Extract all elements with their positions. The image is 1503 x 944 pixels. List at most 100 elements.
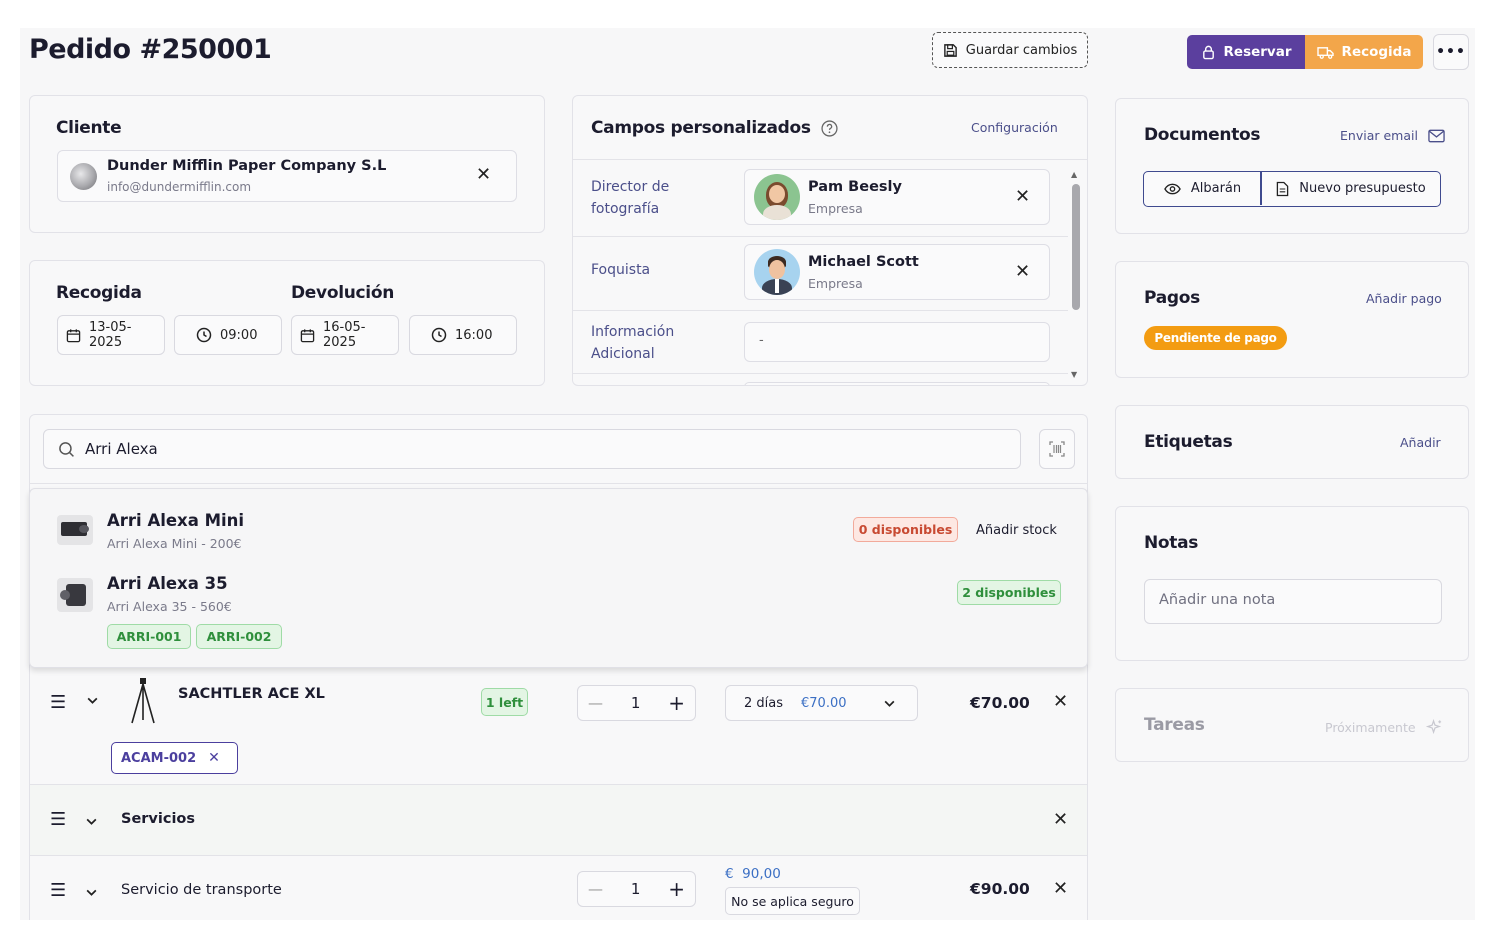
product-search-input[interactable]: Arri Alexa xyxy=(43,429,1021,469)
quantity-value: 1 xyxy=(630,880,641,898)
rental-day-price: €70.00 xyxy=(801,695,847,711)
clock-icon xyxy=(431,327,447,343)
delivery-note-label: Albarán xyxy=(1190,181,1242,196)
return-time-input[interactable]: 16:00 xyxy=(409,315,517,355)
plus-icon[interactable]: + xyxy=(668,691,685,715)
focus-puller-role: Empresa xyxy=(808,276,863,291)
asset-tag[interactable]: ARRI-002 xyxy=(196,624,282,649)
chevron-down-icon[interactable] xyxy=(86,692,99,711)
drag-handle-icon[interactable]: ☰ xyxy=(50,692,66,713)
send-email-label: Enviar email xyxy=(1340,128,1418,143)
availability-badge: 2 disponibles xyxy=(957,580,1061,605)
rental-period-select[interactable]: 2 días €70.00 xyxy=(725,685,918,721)
reserve-button[interactable]: Reservar xyxy=(1187,35,1305,69)
tasks-heading: Tareas xyxy=(1144,715,1205,735)
next-field-input[interactable] xyxy=(744,382,1050,385)
result-name: Arri Alexa Mini xyxy=(107,511,245,530)
sparkle-icon xyxy=(1425,719,1443,736)
remove-group-icon[interactable]: ✕ xyxy=(1053,811,1068,829)
add-payment-link[interactable]: Añadir pago xyxy=(1366,291,1442,306)
services-heading: Servicios xyxy=(121,811,196,827)
payments-card: Pagos Añadir pago Pendiente de pago xyxy=(1115,261,1469,378)
add-label-link[interactable]: Añadir xyxy=(1400,435,1441,450)
customer-avatar xyxy=(70,163,97,190)
pickup-time-input[interactable]: 09:00 xyxy=(174,315,282,355)
scroll-down-icon[interactable]: ▼ xyxy=(1071,370,1077,379)
documents-heading: Documentos xyxy=(1144,125,1261,145)
availability-badge: 0 disponibles xyxy=(853,517,958,542)
drag-handle-icon[interactable]: ☰ xyxy=(50,809,66,830)
add-stock-link[interactable]: Añadir stock xyxy=(976,523,1057,538)
pickup-date-input[interactable]: 13-05-2025 xyxy=(57,315,165,355)
rental-days: 2 días xyxy=(744,695,784,711)
barcode-scan-icon xyxy=(1048,440,1066,458)
field-focus-puller-selector[interactable]: Michael Scott Empresa ✕ xyxy=(744,244,1050,300)
barcode-scan-button[interactable] xyxy=(1039,429,1075,469)
minus-icon[interactable]: — xyxy=(588,694,603,712)
search-result-item[interactable]: Arri Alexa Mini Arri Alexa Mini - 200€ 0… xyxy=(30,489,1087,571)
field-director-selector[interactable]: Pam Beesly Empresa ✕ xyxy=(744,169,1050,225)
search-value: Arri Alexa xyxy=(85,440,158,458)
divider xyxy=(573,310,1068,311)
plus-icon[interactable]: + xyxy=(668,877,685,901)
chevron-down-icon xyxy=(883,697,896,714)
coming-soon-label: Próximamente xyxy=(1325,720,1416,735)
tasks-card: Tareas Próximamente xyxy=(1115,688,1469,762)
field-label-director: Director de fotografía xyxy=(591,179,670,217)
return-date-input[interactable]: 16-05-2025 xyxy=(291,315,399,355)
new-quote-label: Nuevo presupuesto xyxy=(1299,181,1426,196)
asset-tag[interactable]: ARRI-001 xyxy=(107,624,191,649)
chevron-down-icon[interactable] xyxy=(85,813,98,832)
drag-handle-icon[interactable]: ☰ xyxy=(50,880,66,901)
field-label-focus-puller: Foquista xyxy=(591,262,651,278)
quantity-stepper[interactable]: — 1 + xyxy=(577,871,696,907)
person-avatar xyxy=(754,249,800,295)
close-icon[interactable]: ✕ xyxy=(1015,188,1030,206)
quantity-stepper[interactable]: — 1 + xyxy=(577,685,696,721)
minus-icon[interactable]: — xyxy=(588,880,603,898)
delivery-note-button[interactable]: Albarán xyxy=(1144,172,1261,205)
service-line: ☰ Servicio de transporte — 1 + € 90,00 N… xyxy=(30,856,1087,920)
close-icon[interactable]: ✕ xyxy=(1015,263,1030,281)
add-note-input[interactable]: Añadir una nota xyxy=(1144,579,1442,624)
close-icon[interactable]: ✕ xyxy=(476,166,491,184)
product-thumbnail xyxy=(57,515,93,545)
service-price-input[interactable]: € 90,00 xyxy=(725,866,781,882)
remove-line-icon[interactable]: ✕ xyxy=(1053,880,1068,898)
help-icon[interactable] xyxy=(821,119,838,137)
notes-heading: Notas xyxy=(1144,533,1199,553)
labels-card: Etiquetas Añadir xyxy=(1115,405,1469,479)
insurance-select[interactable]: No se aplica seguro xyxy=(725,887,860,915)
customer-selector[interactable]: Dunder Mifflin Paper Company S.L info@du… xyxy=(57,150,517,202)
chevron-down-icon[interactable] xyxy=(85,884,98,903)
director-role: Empresa xyxy=(808,201,863,216)
reserve-label: Reservar xyxy=(1223,44,1292,60)
quantity-value: 1 xyxy=(630,694,641,712)
notes-card: Notas Añadir una nota xyxy=(1115,506,1469,661)
documents-card: Documentos Enviar email Albarán Nuevo pr… xyxy=(1115,98,1469,234)
more-options-button[interactable]: ••• xyxy=(1433,34,1469,70)
order-screen: Pedido #250001 Guardar cambios Reservar … xyxy=(20,28,1475,920)
save-changes-button[interactable]: Guardar cambios xyxy=(932,32,1088,68)
new-quote-button[interactable]: Nuevo presupuesto xyxy=(1262,172,1440,205)
close-icon[interactable]: ✕ xyxy=(208,750,220,766)
payments-heading: Pagos xyxy=(1144,288,1200,308)
send-email-link[interactable]: Enviar email xyxy=(1340,128,1445,143)
pickup-button[interactable]: Recogida xyxy=(1305,35,1423,69)
search-result-item[interactable]: Arri Alexa 35 Arri Alexa 35 - 560€ 2 dis… xyxy=(30,571,1087,669)
divider xyxy=(573,159,1087,160)
asset-tag-label: ACAM-002 xyxy=(121,750,197,766)
scrollbar[interactable]: ▲ ▼ xyxy=(1071,170,1081,379)
remove-line-icon[interactable]: ✕ xyxy=(1053,693,1068,711)
pickup-date-value: 13-05-2025 xyxy=(89,320,132,350)
additional-info-input[interactable]: - xyxy=(744,322,1050,362)
custom-fields-title: Campos personalizados xyxy=(591,118,811,138)
pickup-label: Recogida xyxy=(1341,44,1412,60)
director-name: Pam Beesly xyxy=(808,179,902,195)
scroll-up-icon[interactable]: ▲ xyxy=(1071,170,1077,179)
configuration-link[interactable]: Configuración xyxy=(971,120,1058,135)
payment-status-badge: Pendiente de pago xyxy=(1144,326,1287,350)
scrollbar-thumb[interactable] xyxy=(1072,184,1080,310)
tripod-image xyxy=(128,678,158,728)
asset-tag[interactable]: ACAM-002 ✕ xyxy=(111,742,238,774)
